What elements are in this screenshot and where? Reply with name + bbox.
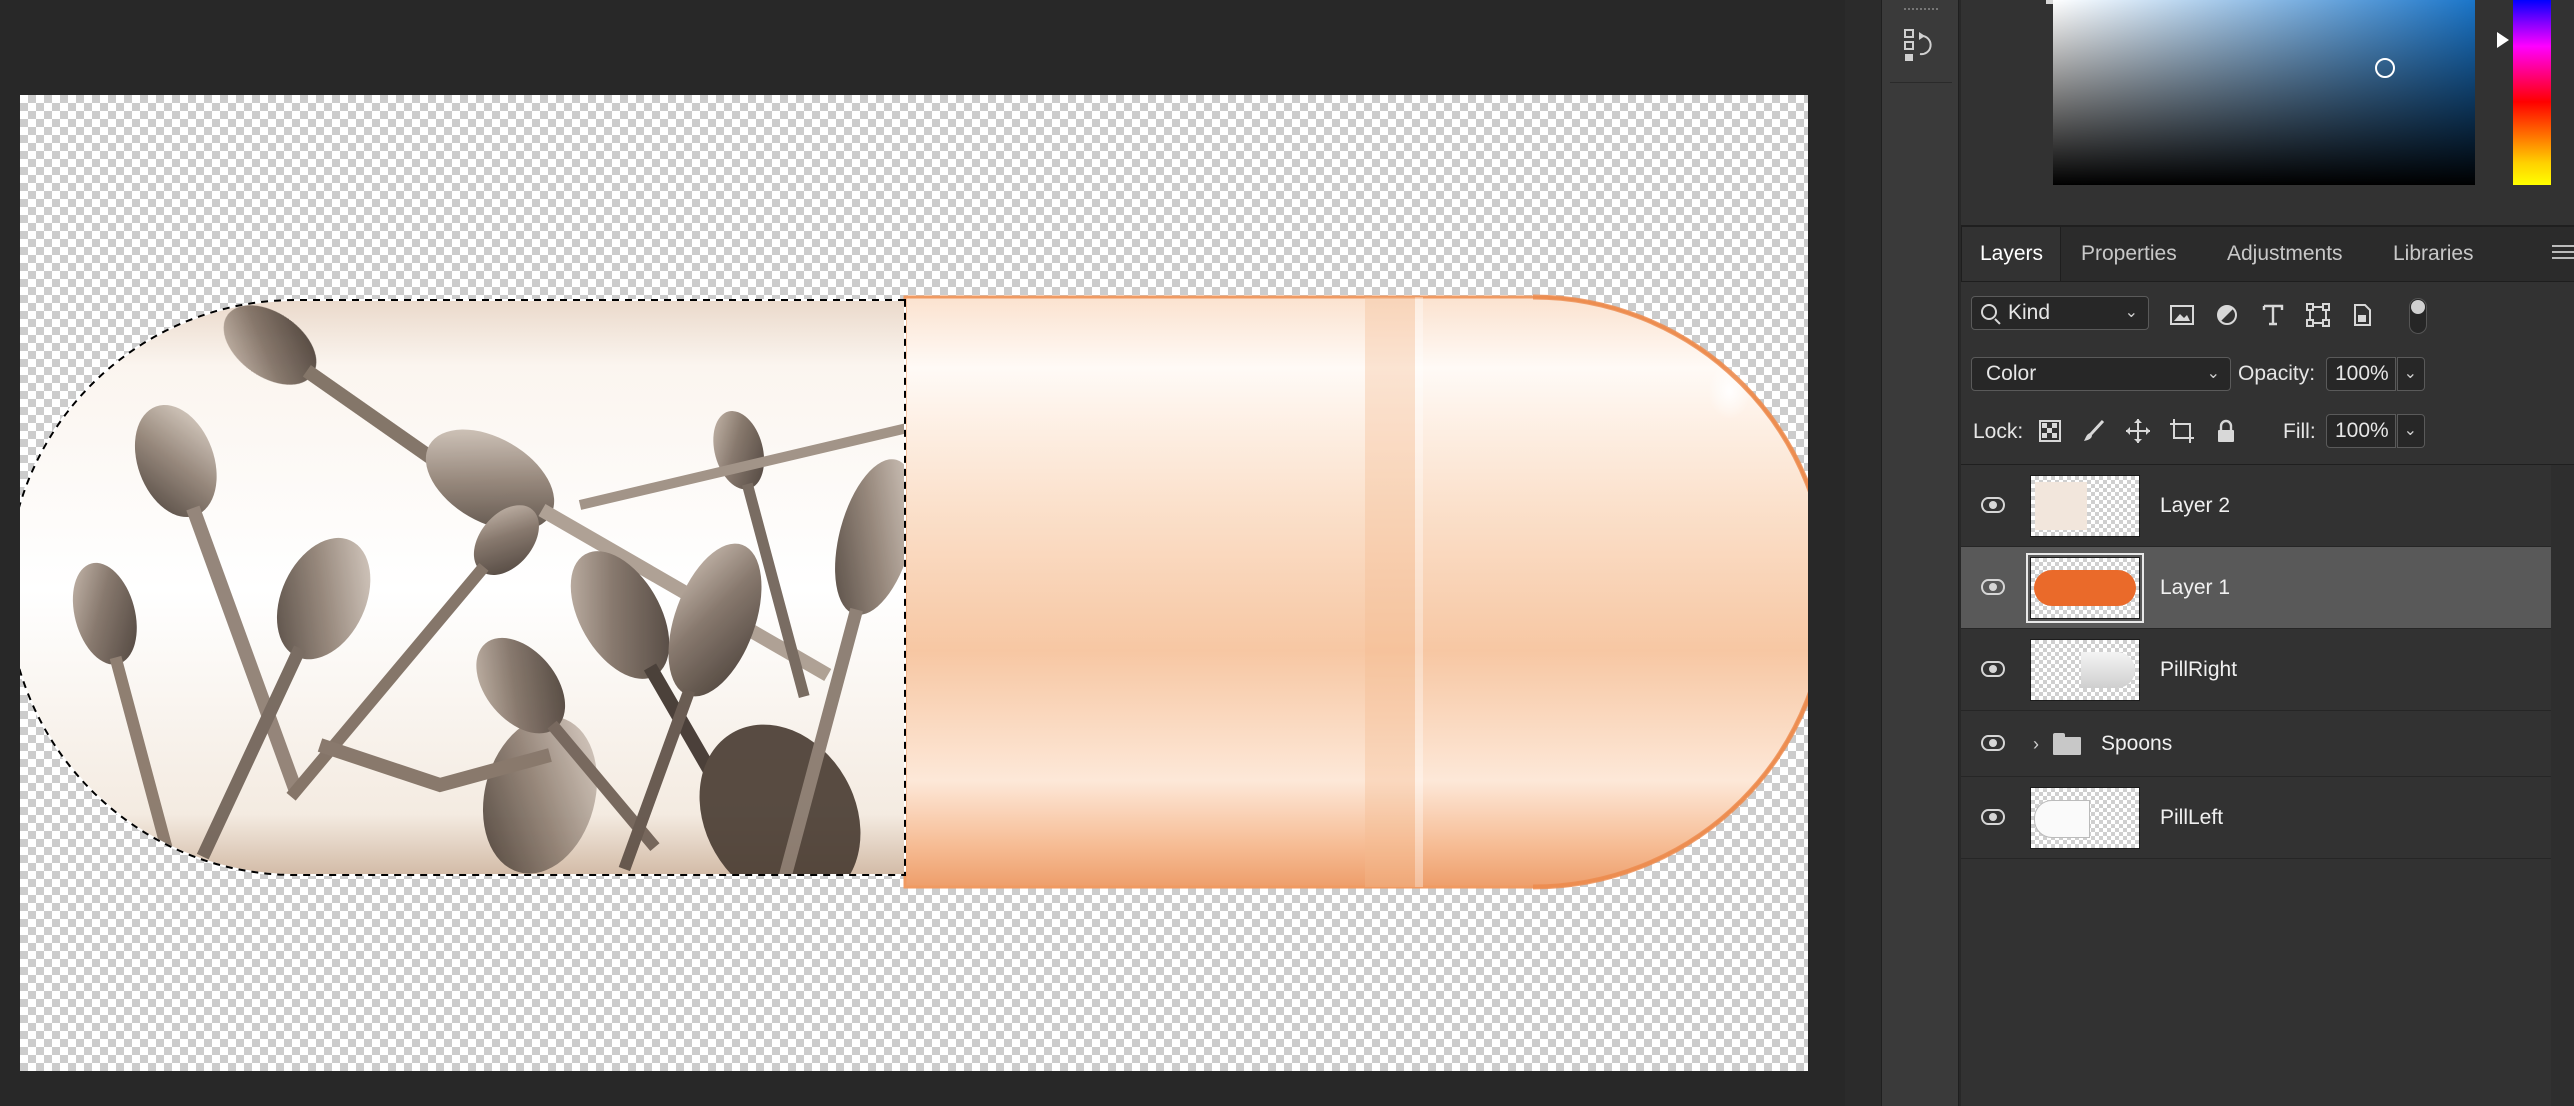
layer-row-pillright[interactable]: PillRight: [1961, 629, 2551, 711]
layers-panel-tabs: Layers Properties Adjustments Libraries: [1961, 227, 2574, 282]
layer-thumbnail: [2026, 553, 2144, 623]
folder-icon: [2053, 732, 2081, 755]
visibility-eye-icon[interactable]: [1981, 496, 2007, 515]
visibility-eye-icon[interactable]: [1981, 734, 2007, 753]
chevron-right-icon[interactable]: ›: [2033, 734, 2039, 755]
hue-slider-arrow[interactable]: [2497, 32, 2509, 48]
tab-adjustments[interactable]: Adjustments: [2209, 227, 2361, 281]
tab-properties[interactable]: Properties: [2063, 227, 2195, 281]
layer-row-layer-1[interactable]: Layer 1: [1961, 547, 2551, 629]
filter-kind-dropdown[interactable]: Kind ⌄: [1971, 296, 2149, 330]
collapsed-panel-strip: [1881, 0, 1959, 1106]
lock-artboard-icon[interactable]: [2169, 418, 2195, 444]
visibility-eye-icon[interactable]: [1981, 808, 2007, 827]
layer-row-layer-2[interactable]: Layer 2: [1961, 465, 2551, 547]
strip-divider: [1890, 82, 1952, 83]
chevron-down-icon: ⌄: [2403, 365, 2417, 382]
right-panel: Layers Properties Adjustments Libraries …: [1961, 0, 2574, 1106]
type-layer-filter-icon[interactable]: [2260, 302, 2286, 328]
saturation-value-field[interactable]: [2053, 0, 2475, 185]
hue-slider[interactable]: [2513, 0, 2551, 185]
chevron-down-icon: ⌄: [2124, 304, 2138, 321]
history-panel-icon[interactable]: [1901, 24, 1941, 68]
layer-thumbnail: [2030, 475, 2140, 537]
lock-row: Lock: Fill: 100% ⌄: [1961, 396, 2574, 466]
fill-field[interactable]: 100%: [2326, 414, 2396, 448]
layer-group-spoons[interactable]: › Spoons: [1961, 711, 2551, 777]
document-canvas[interactable]: [20, 95, 1808, 1071]
panel-dock-gap: [1845, 0, 1881, 1106]
layer-thumbnail: [2030, 787, 2140, 849]
pill-artwork: [20, 294, 1808, 890]
fill-slider-toggle[interactable]: ⌄: [2397, 414, 2425, 448]
lock-image-pixels-icon[interactable]: [2081, 418, 2107, 444]
opacity-field[interactable]: 100%: [2326, 357, 2396, 391]
panel-grip[interactable]: [1904, 8, 1938, 14]
filter-kind-value: Kind: [2008, 301, 2051, 324]
chevron-down-icon: ⌄: [2206, 365, 2220, 382]
lock-transparent-pixels-icon[interactable]: [2037, 418, 2063, 444]
tab-layers[interactable]: Layers: [1961, 227, 2061, 281]
canvas-area[interactable]: [0, 0, 1845, 1106]
shape-layer-filter-icon[interactable]: [2305, 302, 2331, 328]
color-picker-cursor[interactable]: [2375, 58, 2395, 78]
filter-toggle-switch[interactable]: [2409, 298, 2427, 334]
blend-mode-row: Color ⌄ Opacity: 100% ⌄: [1961, 340, 2574, 396]
blend-mode-value: Color: [1986, 362, 2037, 385]
lock-position-icon[interactable]: [2125, 418, 2151, 444]
opacity-label: Opacity:: [2238, 362, 2316, 385]
smart-object-filter-icon[interactable]: [2349, 302, 2375, 328]
visibility-eye-icon[interactable]: [1981, 660, 2007, 679]
blend-mode-dropdown[interactable]: Color ⌄: [1971, 357, 2231, 391]
chevron-down-icon: ⌄: [2403, 422, 2417, 439]
layers-list: Layer 2 Layer 1 PillRight › Spoons PillL…: [1961, 465, 2551, 859]
fill-label: Fill:: [2283, 420, 2316, 443]
panel-menu-icon[interactable]: [2552, 245, 2574, 261]
tab-libraries[interactable]: Libraries: [2375, 227, 2492, 281]
lock-all-icon[interactable]: [2213, 418, 2239, 444]
search-icon: [1981, 304, 1997, 320]
visibility-eye-icon[interactable]: [1981, 578, 2007, 597]
color-picker-panel: [1961, 0, 2574, 227]
layer-name[interactable]: PillLeft: [2160, 806, 2223, 830]
adjustment-layer-filter-icon[interactable]: [2214, 302, 2240, 328]
opacity-slider-toggle[interactable]: ⌄: [2397, 357, 2425, 391]
layer-thumbnail: [2030, 639, 2140, 701]
pixel-layer-filter-icon[interactable]: [2169, 302, 2195, 328]
layer-filter-row: Kind ⌄: [1961, 282, 2574, 340]
lock-label: Lock:: [1973, 420, 2024, 443]
layer-name[interactable]: Spoons: [2101, 732, 2172, 756]
layer-name[interactable]: Layer 2: [2160, 494, 2230, 518]
layer-row-pillleft[interactable]: PillLeft: [1961, 777, 2551, 859]
layers-scrollbar[interactable]: [2551, 465, 2574, 1106]
layer-name[interactable]: Layer 1: [2160, 576, 2230, 600]
layer-name[interactable]: PillRight: [2160, 658, 2237, 682]
